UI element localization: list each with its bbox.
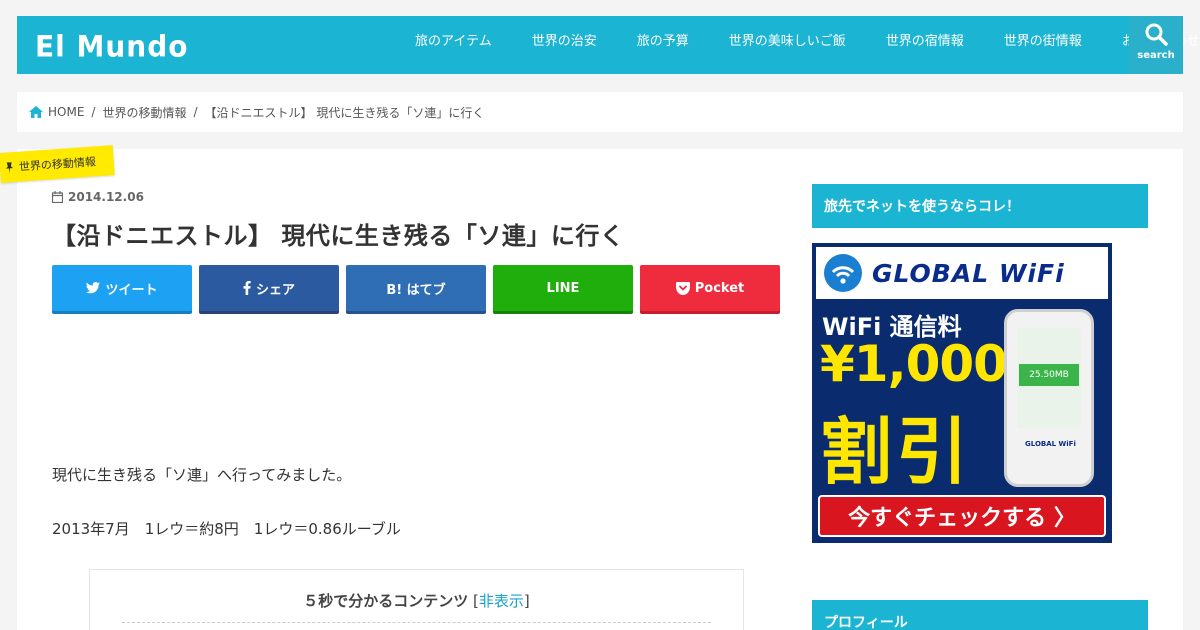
calendar-icon [52,191,63,203]
nav-item-food[interactable]: 世界の美味しいご飯 [729,30,846,49]
search-label: search [1137,50,1175,61]
toc-toggle: [非表示] [468,592,530,610]
site-header: El Mundo 旅のアイテム 世界の治安 旅の予算 世界の美味しいご飯 世界の… [17,16,1200,74]
article-paragraph: 現代に生き残る「ソ連」へ行ってみました。 [52,466,352,484]
search-icon [1145,23,1168,46]
twitter-icon [86,282,101,294]
nav-item-budget[interactable]: 旅の予算 [637,30,689,49]
nav-item-travel-items[interactable]: 旅のアイテム [415,30,492,49]
hatena-bookmark-button[interactable]: B! はてブ [346,265,486,311]
toc-title-text: ５秒で分かるコンテンツ [303,592,469,610]
breadcrumb-separator: / [91,105,96,119]
ad-discount: 割引 [820,410,973,494]
breadcrumb-current: 【沿ドニエストル】 現代に生き残る「ソ連」に行く [204,105,485,120]
pin-icon [4,161,16,173]
post-date-text: 2014.12.06 [68,190,144,204]
router-logo: GLOBAL WiFi [1025,440,1076,448]
facebook-icon [243,281,251,295]
article-paragraph: 2013年7月 1レウ＝約8円 1レウ＝0.86ルーブル [52,520,401,538]
site-logo[interactable]: El Mundo [35,29,188,64]
category-tag-label: 世界の移動情報 [18,155,97,174]
nav-item-safety[interactable]: 世界の治安 [532,30,597,49]
breadcrumb-separator: / [193,105,198,119]
toc-bracket-open: [ [468,592,479,610]
ad-brand-bar: GLOBAL WiFi [816,247,1108,299]
post-date: 2014.12.06 [52,190,144,204]
toc-title: ５秒で分かるコンテンツ [非表示] [90,590,743,611]
sidebar-widget-title: プロフィール [812,600,1148,630]
nav-item-lodging[interactable]: 世界の宿情報 [886,30,964,49]
table-of-contents: ５秒で分かるコンテンツ [非表示] [89,569,744,630]
breadcrumb-home[interactable]: HOME [48,105,84,119]
sidebar-widget-title: 旅先でネットを使うならコレ！ [812,184,1148,228]
article-title: 【沿ドニエストル】 現代に生き残る「ソ連」に行く [52,222,625,250]
pocket-save-label: Pocket [694,280,745,296]
home-icon [29,106,43,118]
twitter-share-button[interactable]: ツイート [52,265,192,311]
line-share-label: LINE [546,280,580,296]
ad-price: ¥1,000 [820,335,1008,393]
wifi-ad-banner[interactable]: GLOBAL WiFi WiFi 通信料 ¥1,000 割引 25.50MB G… [812,243,1112,543]
breadcrumb: HOME / 世界の移動情報 / 【沿ドニエストル】 現代に生き残る「ソ連」に行… [17,92,1183,132]
router-screen-data: 25.50MB [1019,364,1079,386]
twitter-share-label: ツイート [105,282,158,298]
ad-cta-button[interactable]: 今すぐチェックする 〉 [818,495,1106,537]
toc-bracket-close: ] [523,592,530,610]
pocket-icon [675,281,690,295]
wifi-router-image: 25.50MB GLOBAL WiFi [1004,309,1094,487]
share-buttons: ツイート シェア B! はてブ LINE Pocket [52,265,780,311]
ad-brand-name: GLOBAL WiFi [872,258,1065,288]
search-button[interactable]: search [1129,16,1183,74]
line-share-button[interactable]: LINE [493,265,633,311]
breadcrumb-category[interactable]: 世界の移動情報 [102,104,186,121]
global-nav: 旅のアイテム 世界の治安 旅の予算 世界の美味しいご飯 世界の宿情報 世界の街情… [415,16,1200,62]
toc-divider [122,622,711,623]
nav-item-cities[interactable]: 世界の街情報 [1004,30,1082,49]
router-screen: 25.50MB [1017,328,1081,428]
pocket-save-button[interactable]: Pocket [640,265,780,311]
toc-toggle-link[interactable]: 非表示 [479,592,524,610]
facebook-share-label: シェア [255,282,295,298]
hatena-bookmark-label: B! はてブ [386,282,446,298]
wifi-globe-icon [824,254,862,292]
facebook-share-button[interactable]: シェア [199,265,339,311]
